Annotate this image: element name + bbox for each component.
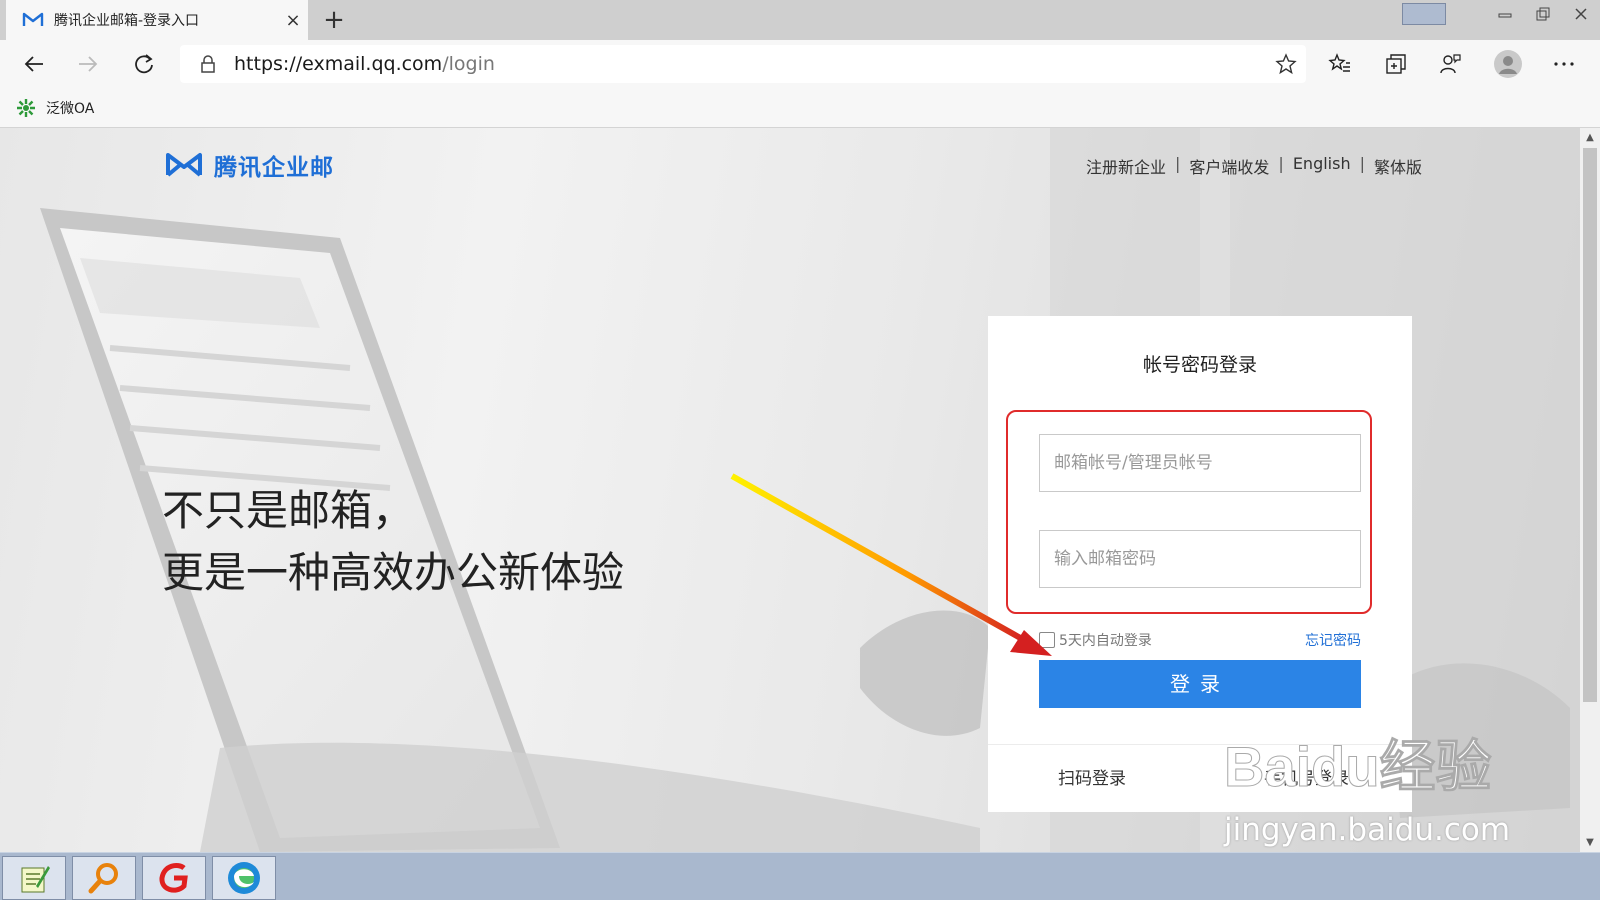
exmail-favicon-icon xyxy=(22,12,44,26)
more-icon xyxy=(1554,62,1574,66)
tab-strip: 腾讯企业邮箱-登录入口 × + xyxy=(0,0,1600,40)
baidu-paw-logo-icon: Baidu经验 xyxy=(1224,735,1493,799)
collections-button[interactable] xyxy=(1380,48,1412,80)
add-favorite-button[interactable] xyxy=(1266,45,1306,83)
slogan-line-2: 更是一种高效办公新体验 xyxy=(162,548,625,597)
tab-title: 腾讯企业邮箱-登录入口 xyxy=(54,13,200,29)
star-icon xyxy=(1275,53,1297,75)
nav-separator: | xyxy=(1359,154,1365,173)
page-viewport: 腾讯企业邮 注册新企业 | 客户端收发 | English | 繁体版 不只是邮… xyxy=(0,128,1580,852)
watermark-brand: Baidu经验 xyxy=(1224,735,1492,798)
remember-checkbox[interactable] xyxy=(1039,632,1055,648)
scroll-down-icon[interactable]: ▼ xyxy=(1582,836,1598,850)
slogan: 不只是邮箱， 更是一种高效办公新体验 xyxy=(162,480,624,604)
restore-icon xyxy=(1536,7,1550,21)
refresh-icon xyxy=(135,54,153,74)
browser-tab[interactable]: 腾讯企业邮箱-登录入口 × xyxy=(6,0,308,40)
scrollbar-thumb[interactable] xyxy=(1583,148,1597,702)
edge-browser-icon xyxy=(228,862,260,894)
taskbar-notepad-app[interactable] xyxy=(2,856,66,900)
close-tab-button[interactable]: × xyxy=(278,10,308,31)
nav-english[interactable]: English xyxy=(1293,154,1351,178)
lock-icon xyxy=(201,55,215,73)
brand-name: 腾讯企业邮 xyxy=(214,155,334,181)
feedback-icon xyxy=(1440,54,1461,74)
nav-client-mail[interactable]: 客户端收发 xyxy=(1189,154,1269,178)
minimize-button[interactable] xyxy=(1486,2,1524,26)
scroll-up-icon[interactable]: ▲ xyxy=(1582,131,1598,145)
profile-icon xyxy=(1494,50,1522,78)
window-controls xyxy=(1402,0,1600,28)
back-button[interactable] xyxy=(18,48,50,80)
bookmarks-bar: 泛微OA xyxy=(0,88,1600,128)
browser-toolbar: https://exmail.qq.com/login xyxy=(0,40,1600,88)
maximize-button[interactable] xyxy=(1524,2,1562,26)
taskbar-search-app[interactable] xyxy=(72,856,136,900)
password-field[interactable] xyxy=(1039,530,1361,588)
address-bar[interactable]: https://exmail.qq.com/login xyxy=(180,45,1306,83)
close-icon xyxy=(1575,8,1587,20)
new-tab-button[interactable]: + xyxy=(318,4,350,36)
account-input[interactable] xyxy=(1040,435,1360,491)
favorites-icon xyxy=(1328,53,1350,72)
tab-actions-icon[interactable] xyxy=(1402,3,1446,25)
url-host: https://exmail.qq.com xyxy=(234,53,443,75)
qr-login-link[interactable]: 扫码登录 xyxy=(1058,764,1126,789)
red-g-icon xyxy=(159,863,188,893)
feedback-button[interactable] xyxy=(1434,48,1466,80)
close-window-button[interactable] xyxy=(1562,2,1600,26)
url-path: /login xyxy=(442,53,495,75)
profile-button[interactable] xyxy=(1492,48,1524,80)
watermark-url: jingyan.baidu.com xyxy=(1224,812,1511,848)
brand-logo[interactable]: 腾讯企业邮 xyxy=(164,148,334,182)
url-text: https://exmail.qq.com/login xyxy=(234,53,1266,75)
forgot-password-link[interactable]: 忘记密码 xyxy=(1305,630,1361,650)
arrow-left-icon xyxy=(24,56,43,72)
magnifier-icon xyxy=(88,863,118,894)
baidu-watermark: Baidu经验 jingyan.baidu.com xyxy=(1224,724,1524,849)
notepad-icon xyxy=(21,866,50,893)
top-nav: 注册新企业 | 客户端收发 | English | 繁体版 xyxy=(1086,154,1422,178)
taskbar-edge-browser[interactable] xyxy=(212,856,276,900)
login-button[interactable]: 登录 xyxy=(1039,660,1361,708)
nav-separator: | xyxy=(1175,154,1181,173)
nav-separator: | xyxy=(1278,154,1284,173)
nav-register-company[interactable]: 注册新企业 xyxy=(1086,154,1166,178)
account-field[interactable] xyxy=(1039,434,1361,492)
collections-icon xyxy=(1386,54,1406,74)
bookmark-label: 泛微OA xyxy=(46,101,95,117)
arrow-right-icon xyxy=(79,56,98,72)
os-taskbar xyxy=(0,852,1600,900)
exmail-logo-icon xyxy=(166,153,202,177)
bookmark-fanwei-oa[interactable]: 泛微OA xyxy=(16,96,94,120)
minimize-icon xyxy=(1498,13,1512,18)
password-input[interactable] xyxy=(1040,531,1360,587)
remember-login[interactable]: 5天内自动登录 xyxy=(1039,630,1152,650)
forward-button[interactable] xyxy=(72,48,104,80)
remember-label: 5天内自动登录 xyxy=(1059,633,1152,649)
refresh-button[interactable] xyxy=(128,48,160,80)
taskbar-g-app[interactable] xyxy=(142,856,206,900)
nav-traditional-chinese[interactable]: 繁体版 xyxy=(1374,154,1422,178)
more-menu-button[interactable] xyxy=(1548,48,1580,80)
slogan-line-1: 不只是邮箱， xyxy=(162,486,415,535)
favorites-button[interactable] xyxy=(1324,48,1356,80)
gear-flower-icon xyxy=(17,99,35,117)
login-title: 帐号密码登录 xyxy=(1142,354,1257,376)
